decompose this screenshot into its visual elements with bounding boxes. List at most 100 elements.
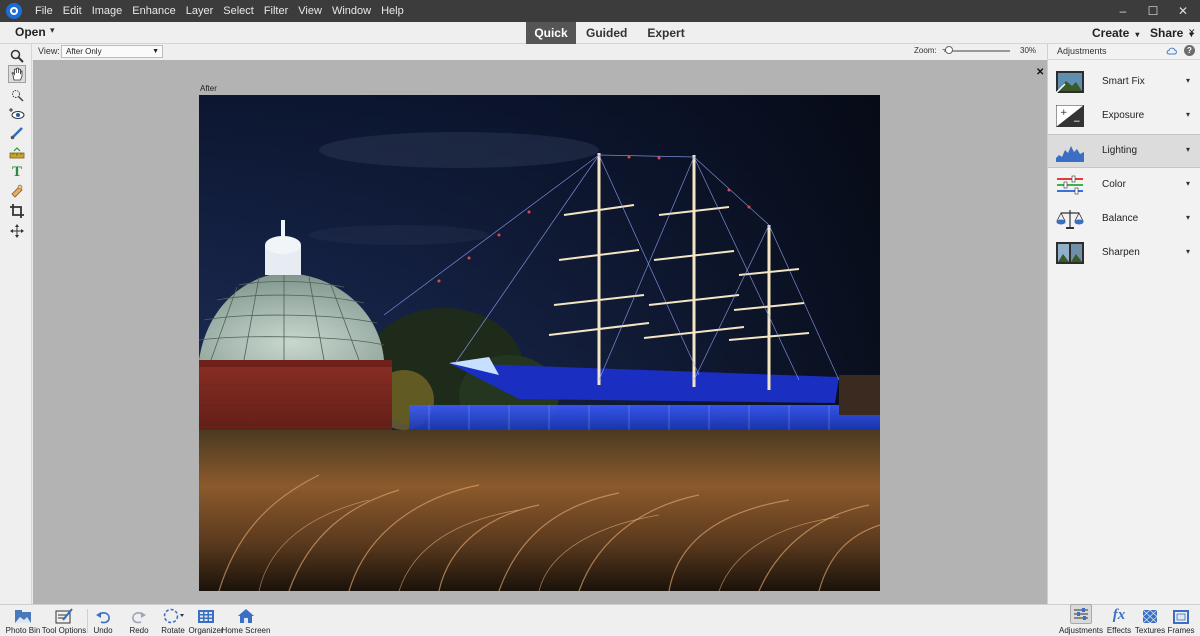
view-select-value: After Only bbox=[66, 47, 102, 56]
menu-bar: File Edit Image Enhance Layer Select Fil… bbox=[0, 0, 1200, 22]
adjustment-label: Lighting bbox=[1102, 145, 1138, 156]
quick-selection-tool-icon[interactable] bbox=[8, 86, 26, 104]
zoom-value: 30% bbox=[1020, 46, 1037, 55]
bottom-separator bbox=[87, 609, 88, 633]
exposure-icon: +− bbox=[1056, 105, 1084, 127]
adjustment-smart-fix[interactable]: Smart Fix ▾ bbox=[1048, 66, 1200, 100]
mode-bar: Open ▾ Quick Guided Expert Create ▾ Share… bbox=[0, 22, 1200, 44]
menu-window[interactable]: Window bbox=[327, 5, 376, 17]
move-tool-icon[interactable] bbox=[8, 222, 26, 240]
after-label: After bbox=[200, 84, 217, 93]
redo-button[interactable]: Redo bbox=[126, 605, 152, 636]
zoom-tool-icon[interactable] bbox=[8, 47, 26, 65]
adjustment-label: Smart Fix bbox=[1102, 76, 1145, 87]
tab-quick[interactable]: Quick bbox=[526, 22, 576, 44]
tab-expert[interactable]: Expert bbox=[637, 22, 694, 44]
chevron-down-icon: ▼ bbox=[152, 48, 159, 55]
bottom-label: Rotate bbox=[161, 626, 185, 635]
zoom-slider-track[interactable] bbox=[944, 50, 1010, 52]
mode-tabs: Quick Guided Expert bbox=[526, 22, 695, 44]
menu-image[interactable]: Image bbox=[87, 5, 128, 17]
menu-file[interactable]: File bbox=[30, 5, 58, 17]
close-view-icon[interactable]: ✕ bbox=[1036, 67, 1044, 78]
photo-canvas[interactable] bbox=[199, 95, 880, 591]
share-button[interactable]: Share ▾ bbox=[1150, 26, 1193, 40]
crop-tool-icon[interactable] bbox=[8, 202, 26, 220]
menu-filter[interactable]: Filter bbox=[259, 5, 293, 17]
menu-edit[interactable]: Edit bbox=[58, 5, 87, 17]
app-logo-icon bbox=[6, 3, 22, 19]
chevron-down-icon: ▾ bbox=[1186, 213, 1191, 222]
bottom-label: Effects bbox=[1106, 626, 1132, 635]
menu-help[interactable]: Help bbox=[376, 5, 409, 17]
close-panel-icon[interactable]: ✕ bbox=[1188, 27, 1196, 38]
frames-icon bbox=[1173, 610, 1189, 624]
open-dropdown-caret-icon[interactable]: ▾ bbox=[50, 25, 55, 36]
adjustments-panel-header: Adjustments ? bbox=[1048, 44, 1200, 60]
adjustments-panel-button[interactable]: Adjustments bbox=[1059, 604, 1103, 636]
organizer-button[interactable]: Organizer bbox=[188, 605, 224, 636]
effects-icon: fx bbox=[1112, 607, 1126, 623]
adjustments-panel-title: Adjustments bbox=[1057, 46, 1107, 56]
bottom-label: Frames bbox=[1167, 626, 1195, 635]
adjustment-sharpen[interactable]: Sharpen ▾ bbox=[1048, 237, 1200, 271]
frames-panel-button[interactable]: Frames bbox=[1167, 605, 1195, 636]
view-options-bar: View: After Only ▼ Zoom: − 30% bbox=[32, 44, 1047, 60]
adjustment-lighting[interactable]: Lighting ▾ bbox=[1048, 134, 1200, 168]
create-button[interactable]: Create ▾ bbox=[1092, 26, 1139, 40]
adjustment-exposure[interactable]: + − Exposure ▾ bbox=[1048, 100, 1200, 134]
photo-bin-button[interactable]: Photo Bin bbox=[4, 605, 42, 636]
adjustment-balance[interactable]: Balance ▾ bbox=[1048, 203, 1200, 237]
adjustment-label: Balance bbox=[1102, 213, 1139, 224]
minimize-button[interactable]: – bbox=[1116, 4, 1130, 18]
straighten-tool-icon[interactable] bbox=[8, 144, 26, 162]
adjustments-icon bbox=[1074, 608, 1088, 620]
home-screen-button[interactable]: Home Screen bbox=[221, 605, 271, 636]
menu-enhance[interactable]: Enhance bbox=[127, 5, 180, 17]
menu-view[interactable]: View bbox=[293, 5, 327, 17]
create-caret-icon: ▾ bbox=[1135, 30, 1140, 39]
rotate-button[interactable]: Rotate bbox=[159, 605, 187, 636]
zoom-slider-thumb[interactable] bbox=[945, 46, 953, 54]
bottom-label: Tool Options bbox=[41, 626, 87, 635]
adjustment-label: Sharpen bbox=[1102, 247, 1140, 258]
organizer-icon bbox=[198, 610, 214, 623]
menu-select[interactable]: Select bbox=[218, 5, 259, 17]
chevron-down-icon: ▾ bbox=[1186, 247, 1191, 256]
window-controls: – ☐ ✕ bbox=[1116, 0, 1196, 22]
open-button[interactable]: Open bbox=[15, 25, 46, 39]
textures-panel-button[interactable]: Textures bbox=[1135, 605, 1165, 636]
spot-healing-tool-icon[interactable] bbox=[8, 182, 26, 200]
maximize-button[interactable]: ☐ bbox=[1146, 4, 1160, 18]
text-tool-icon[interactable]: T bbox=[8, 163, 26, 181]
sharpen-icon bbox=[1056, 242, 1084, 264]
lighting-icon bbox=[1056, 146, 1084, 162]
tool-options-button[interactable]: Tool Options bbox=[41, 605, 87, 636]
chevron-down-icon: ▾ bbox=[1186, 179, 1191, 188]
help-icon[interactable]: ? bbox=[1184, 45, 1195, 56]
effects-panel-button[interactable]: fx Effects bbox=[1105, 605, 1133, 636]
rotate-icon bbox=[163, 608, 184, 624]
menu-layer[interactable]: Layer bbox=[181, 5, 219, 17]
bottom-label: Home Screen bbox=[221, 626, 271, 635]
adjustment-color[interactable]: Color ▾ bbox=[1048, 169, 1200, 203]
cloud-sync-icon[interactable] bbox=[1166, 45, 1178, 59]
bottom-label: Redo bbox=[129, 626, 149, 635]
bottom-label: Photo Bin bbox=[5, 626, 41, 635]
red-eye-tool-icon[interactable] bbox=[8, 105, 26, 123]
brush-tool-icon[interactable] bbox=[8, 124, 26, 142]
svg-text:−: − bbox=[1073, 117, 1081, 127]
view-select[interactable]: After Only ▼ bbox=[61, 45, 163, 58]
canvas-area[interactable]: After ✕ bbox=[33, 60, 1047, 604]
tab-guided[interactable]: Guided bbox=[576, 22, 637, 44]
adjustments-panel: Adjustments ? Smart Fix ▾ + − Exposure ▾ … bbox=[1047, 44, 1200, 604]
hand-tool-icon[interactable] bbox=[8, 65, 26, 83]
photo-bin-icon bbox=[15, 610, 31, 623]
chevron-down-icon: ▾ bbox=[1186, 76, 1191, 85]
bottom-label: Undo bbox=[93, 626, 113, 635]
redo-icon bbox=[132, 612, 146, 624]
photo-image bbox=[199, 95, 880, 591]
close-window-button[interactable]: ✕ bbox=[1176, 4, 1190, 18]
bottom-label: Organizer bbox=[188, 626, 224, 635]
undo-button[interactable]: Undo bbox=[90, 605, 116, 636]
